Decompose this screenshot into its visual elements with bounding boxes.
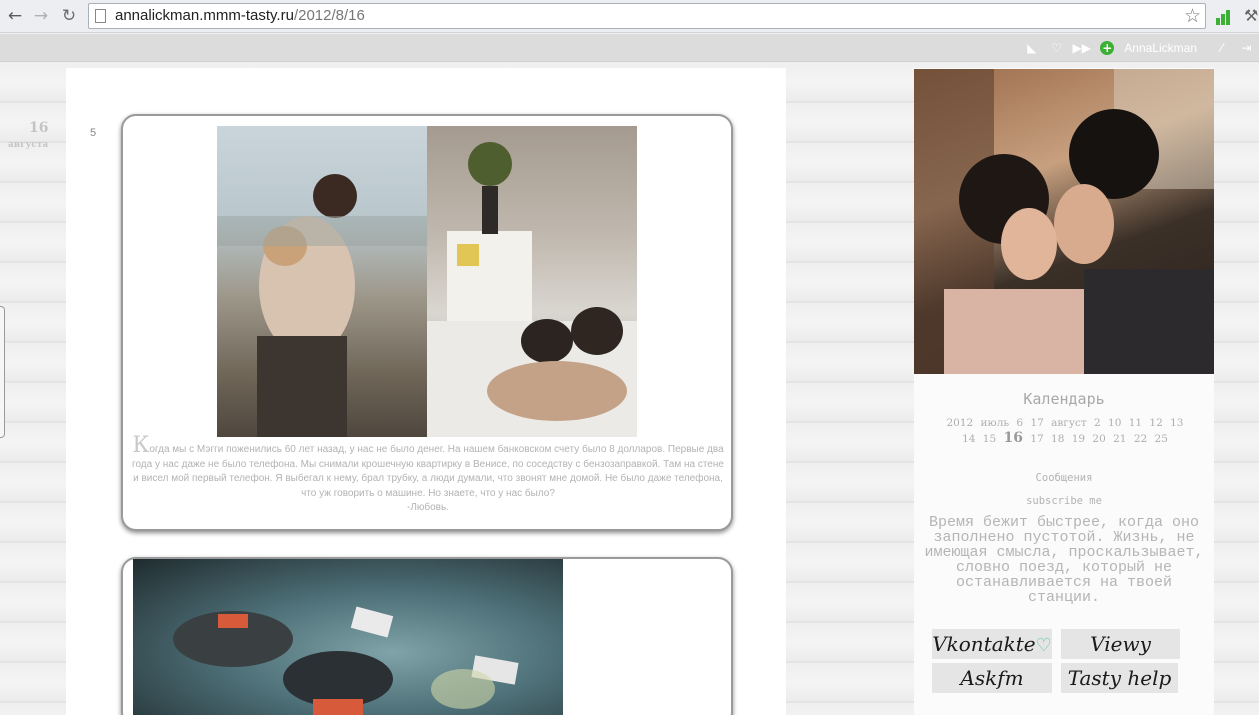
messages-link[interactable]: Сообщения bbox=[914, 472, 1214, 484]
sushi-table-photo[interactable] bbox=[133, 559, 563, 715]
address-bar[interactable]: annalickman.mmm-tasty.ru/2012/8/16 ☆ bbox=[88, 3, 1206, 29]
askfm-link[interactable]: Askfm bbox=[932, 663, 1052, 693]
logout-icon[interactable]: ⇥ bbox=[1234, 41, 1259, 55]
date-month: августа bbox=[8, 140, 49, 150]
sidebar-quote: Время бежит быстрее, когда оно заполнено… bbox=[924, 514, 1204, 606]
add-icon[interactable]: + bbox=[1100, 41, 1115, 55]
reload-icon[interactable]: ↻ bbox=[59, 6, 79, 26]
heart-icon[interactable]: ♡ bbox=[1044, 41, 1069, 55]
date-day: 16 bbox=[29, 120, 49, 136]
subscribe-link[interactable]: subscribe me bbox=[914, 495, 1214, 507]
side-panel-handle[interactable] bbox=[0, 306, 5, 438]
star-icon[interactable]: ☆ bbox=[1184, 5, 1201, 27]
tasty-help-link[interactable]: Tasty help bbox=[1061, 663, 1178, 693]
page-icon bbox=[95, 9, 106, 23]
hugging-couple-photo[interactable] bbox=[217, 126, 427, 437]
username-link[interactable]: AnnaLickman bbox=[1124, 41, 1197, 55]
calendar-line-2b[interactable]: 17 18 19 20 21 22 25 bbox=[1030, 433, 1168, 445]
url-path: /2012/8/16 bbox=[293, 7, 365, 24]
calendar-current-day[interactable]: 16 bbox=[1004, 430, 1023, 446]
extension-signal-icon[interactable] bbox=[1216, 7, 1234, 25]
post-number: 5 bbox=[90, 127, 97, 139]
calendar-line-2a[interactable]: 14 15 bbox=[962, 433, 996, 445]
calendar-dates[interactable]: 2012 июль 6 17 август 2 10 11 12 13 14 1… bbox=[917, 416, 1213, 447]
forward-arrow-icon[interactable]: → bbox=[31, 6, 51, 26]
couple-in-bed-photo[interactable] bbox=[427, 126, 637, 437]
back-arrow-icon[interactable]: ← bbox=[5, 6, 25, 26]
post-body: огда мы с Мэгги поженились 60 лет назад,… bbox=[132, 444, 724, 499]
browser-toolbar: ← → ↻ annalickman.mmm-tasty.ru/2012/8/16… bbox=[0, 0, 1259, 33]
calendar-title: Календарь bbox=[1023, 390, 1105, 408]
site-top-bar: ◣ ♡ ▶▶ + AnnaLickman ⁄ ⇥ bbox=[0, 34, 1259, 62]
wrench-icon[interactable]: ⚒ bbox=[1244, 6, 1258, 25]
kissing-couple-photo[interactable] bbox=[914, 69, 1214, 374]
vkontakte-link[interactable]: Vkontakte♡ bbox=[932, 629, 1052, 659]
post-signature: -Любовь. bbox=[407, 502, 449, 514]
drop-cap: К bbox=[132, 433, 150, 458]
vkontakte-label: Vkontakte bbox=[932, 632, 1036, 656]
url-text[interactable]: annalickman.mmm-tasty.ru/2012/8/16 bbox=[115, 7, 365, 24]
viewy-link[interactable]: Viewy bbox=[1061, 629, 1180, 659]
heart-icon: ♡ bbox=[1035, 635, 1052, 656]
settings-icon[interactable]: ⁄ bbox=[1209, 41, 1234, 55]
fast-forward-icon[interactable]: ▶▶ bbox=[1069, 41, 1094, 55]
rss-icon[interactable]: ◣ bbox=[1019, 41, 1044, 55]
calendar-line-1[interactable]: 2012 июль 6 17 август 2 10 11 12 13 bbox=[947, 417, 1184, 429]
url-domain: annalickman.mmm-tasty.ru bbox=[115, 7, 294, 24]
post-text: Когда мы с Мэгги поженились 60 лет назад… bbox=[130, 435, 726, 516]
